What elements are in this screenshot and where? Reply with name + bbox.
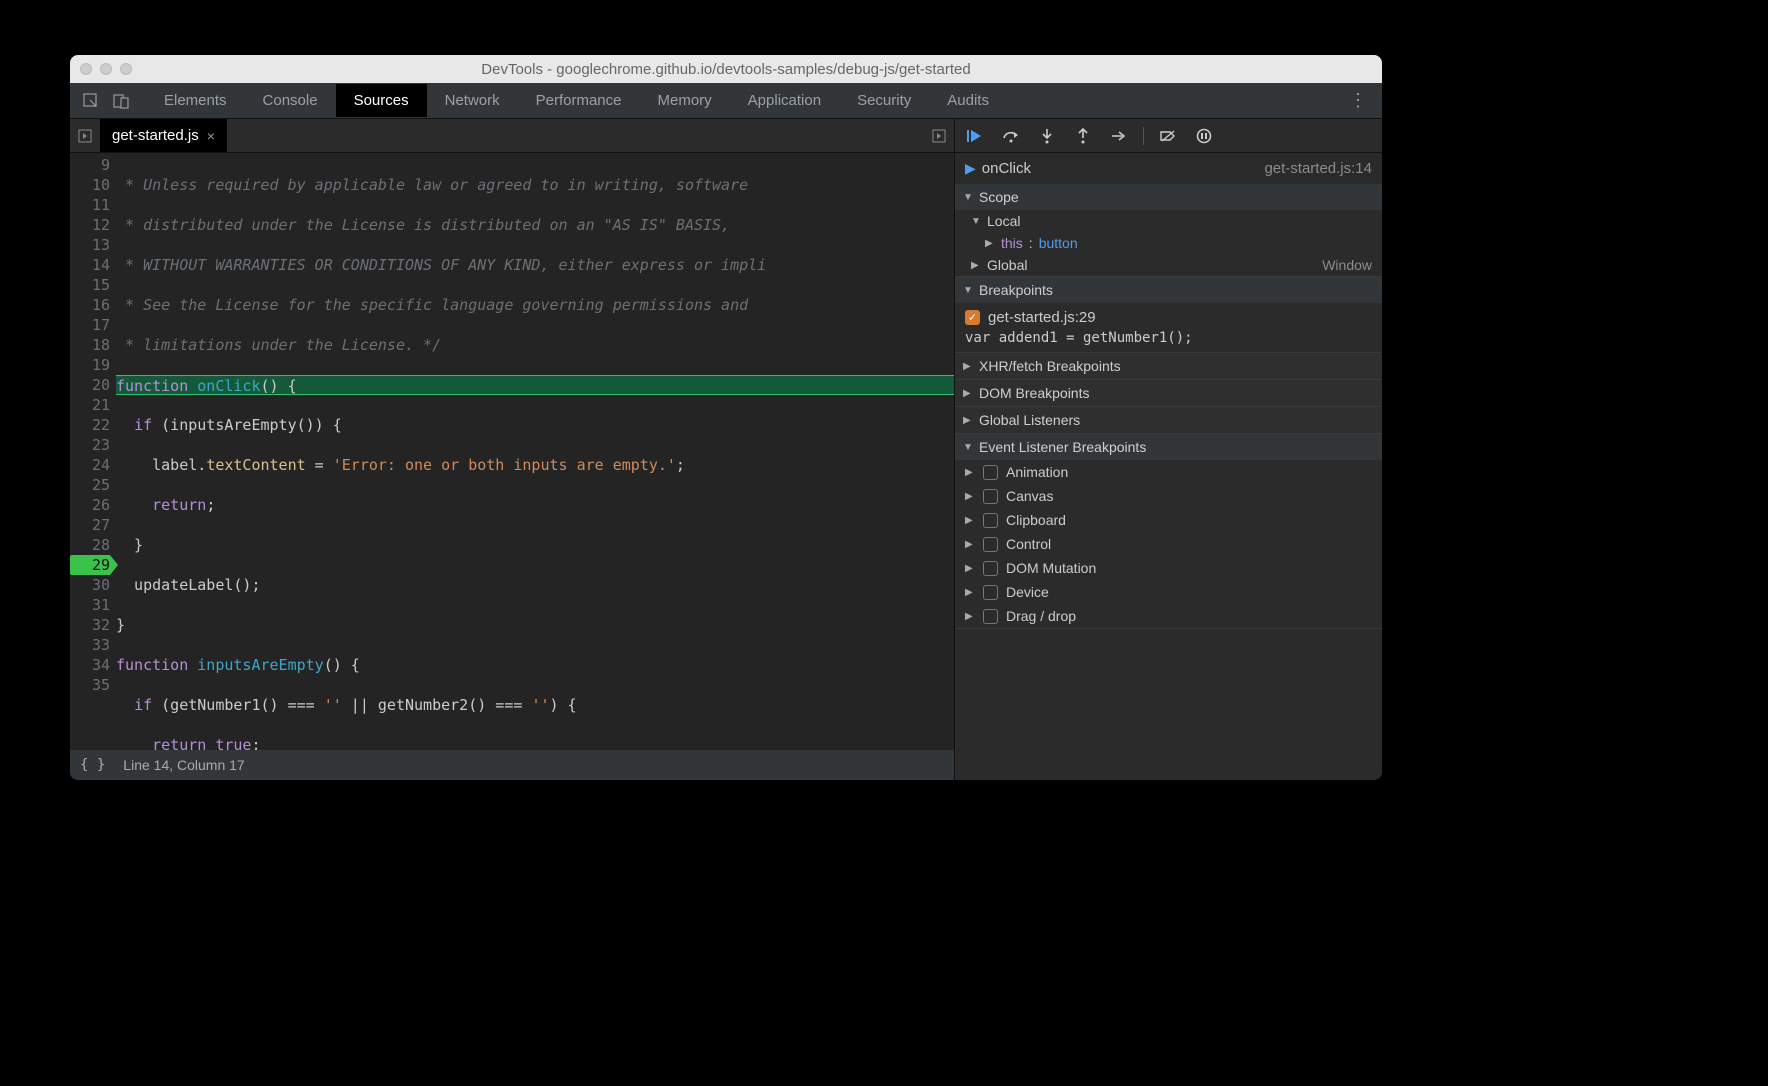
scope-this[interactable]: ▶this: button [955,232,1382,254]
callstack-fn: onClick [982,160,1031,177]
event-cat-canvas[interactable]: ▶Canvas [955,484,1382,508]
device-mode-icon[interactable] [110,90,132,112]
panel-tabbar: Elements Console Sources Network Perform… [70,83,1382,119]
callstack-location: get-started.js:14 [1264,160,1372,177]
inspect-icon[interactable] [80,90,102,112]
tab-network[interactable]: Network [427,84,518,117]
scope-header[interactable]: ▼Scope [955,184,1382,210]
deactivate-breakpoints-icon[interactable] [1154,122,1182,150]
dom-breakpoints-header[interactable]: ▶DOM Breakpoints [955,380,1382,406]
checkbox-icon[interactable]: ✓ [965,310,980,325]
checkbox-icon[interactable] [983,561,998,576]
breakpoint-marker[interactable]: 29 [70,555,110,575]
global-listeners-header[interactable]: ▶Global Listeners [955,407,1382,433]
checkbox-icon[interactable] [983,537,998,552]
step-into-icon[interactable] [1033,122,1061,150]
checkbox-icon[interactable] [983,609,998,624]
file-tab-get-started[interactable]: get-started.js × [100,119,227,152]
event-cat-animation[interactable]: ▶Animation [955,460,1382,484]
checkbox-icon[interactable] [983,513,998,528]
status-bar: { } Line 14, Column 17 [70,750,954,780]
tab-performance[interactable]: Performance [518,84,640,117]
cursor-position: Line 14, Column 17 [123,757,244,773]
step-icon[interactable] [1105,122,1133,150]
scope-local[interactable]: ▼Local [955,210,1382,232]
event-cat-control[interactable]: ▶Control [955,532,1382,556]
file-tabbar: get-started.js × [70,119,954,153]
pretty-print-icon[interactable]: { } [80,757,105,773]
window-title: DevTools - googlechrome.github.io/devtoo… [70,61,1382,78]
tab-audits[interactable]: Audits [929,84,1007,117]
arrow-right-icon: ▶ [965,160,976,177]
step-over-icon[interactable] [997,122,1025,150]
checkbox-icon[interactable] [983,585,998,600]
tab-console[interactable]: Console [245,84,336,117]
gutter[interactable]: 910111213 1415161718 1920212223 24252627… [70,153,116,750]
debugger-sidebar: ▶ onClick get-started.js:14 ▼Scope ▼Loca… [954,119,1382,780]
event-cat-dom-mutation[interactable]: ▶DOM Mutation [955,556,1382,580]
devtools-window: DevTools - googlechrome.github.io/devtoo… [70,55,1382,780]
event-cat-clipboard[interactable]: ▶Clipboard [955,508,1382,532]
event-cat-drag-drop[interactable]: ▶Drag / drop [955,604,1382,628]
more-menu-icon[interactable]: ⋮ [1341,90,1376,111]
checkbox-icon[interactable] [983,465,998,480]
breakpoint-item[interactable]: ✓ get-started.js:29 [955,303,1382,328]
breakpoints-header[interactable]: ▼Breakpoints [955,277,1382,303]
scope-global[interactable]: ▶GlobalWindow [955,254,1382,276]
tab-sources[interactable]: Sources [336,84,427,117]
code-lines[interactable]: * Unless required by applicable law or a… [116,153,954,750]
pause-exceptions-icon[interactable] [1190,122,1218,150]
event-breakpoints-header[interactable]: ▼Event Listener Breakpoints [955,434,1382,460]
close-icon[interactable]: × [207,128,215,144]
callstack-frame[interactable]: ▶ onClick get-started.js:14 [955,153,1382,184]
resume-icon[interactable] [961,122,989,150]
tab-memory[interactable]: Memory [640,84,730,117]
checkbox-icon[interactable] [983,489,998,504]
event-cat-device[interactable]: ▶Device [955,580,1382,604]
navigator-toggle-icon[interactable] [70,119,100,152]
tab-elements[interactable]: Elements [146,84,245,117]
xhr-breakpoints-header[interactable]: ▶XHR/fetch Breakpoints [955,353,1382,379]
tab-security[interactable]: Security [839,84,929,117]
file-tab-label: get-started.js [112,127,199,144]
code-editor[interactable]: 910111213 1415161718 1920212223 24252627… [70,153,954,750]
breakpoint-code: var addend1 = getNumber1(); [955,328,1382,352]
debugger-drawer-icon[interactable] [924,129,954,143]
tab-application[interactable]: Application [730,84,839,117]
step-out-icon[interactable] [1069,122,1097,150]
debugger-toolbar [955,119,1382,153]
titlebar: DevTools - googlechrome.github.io/devtoo… [70,55,1382,83]
